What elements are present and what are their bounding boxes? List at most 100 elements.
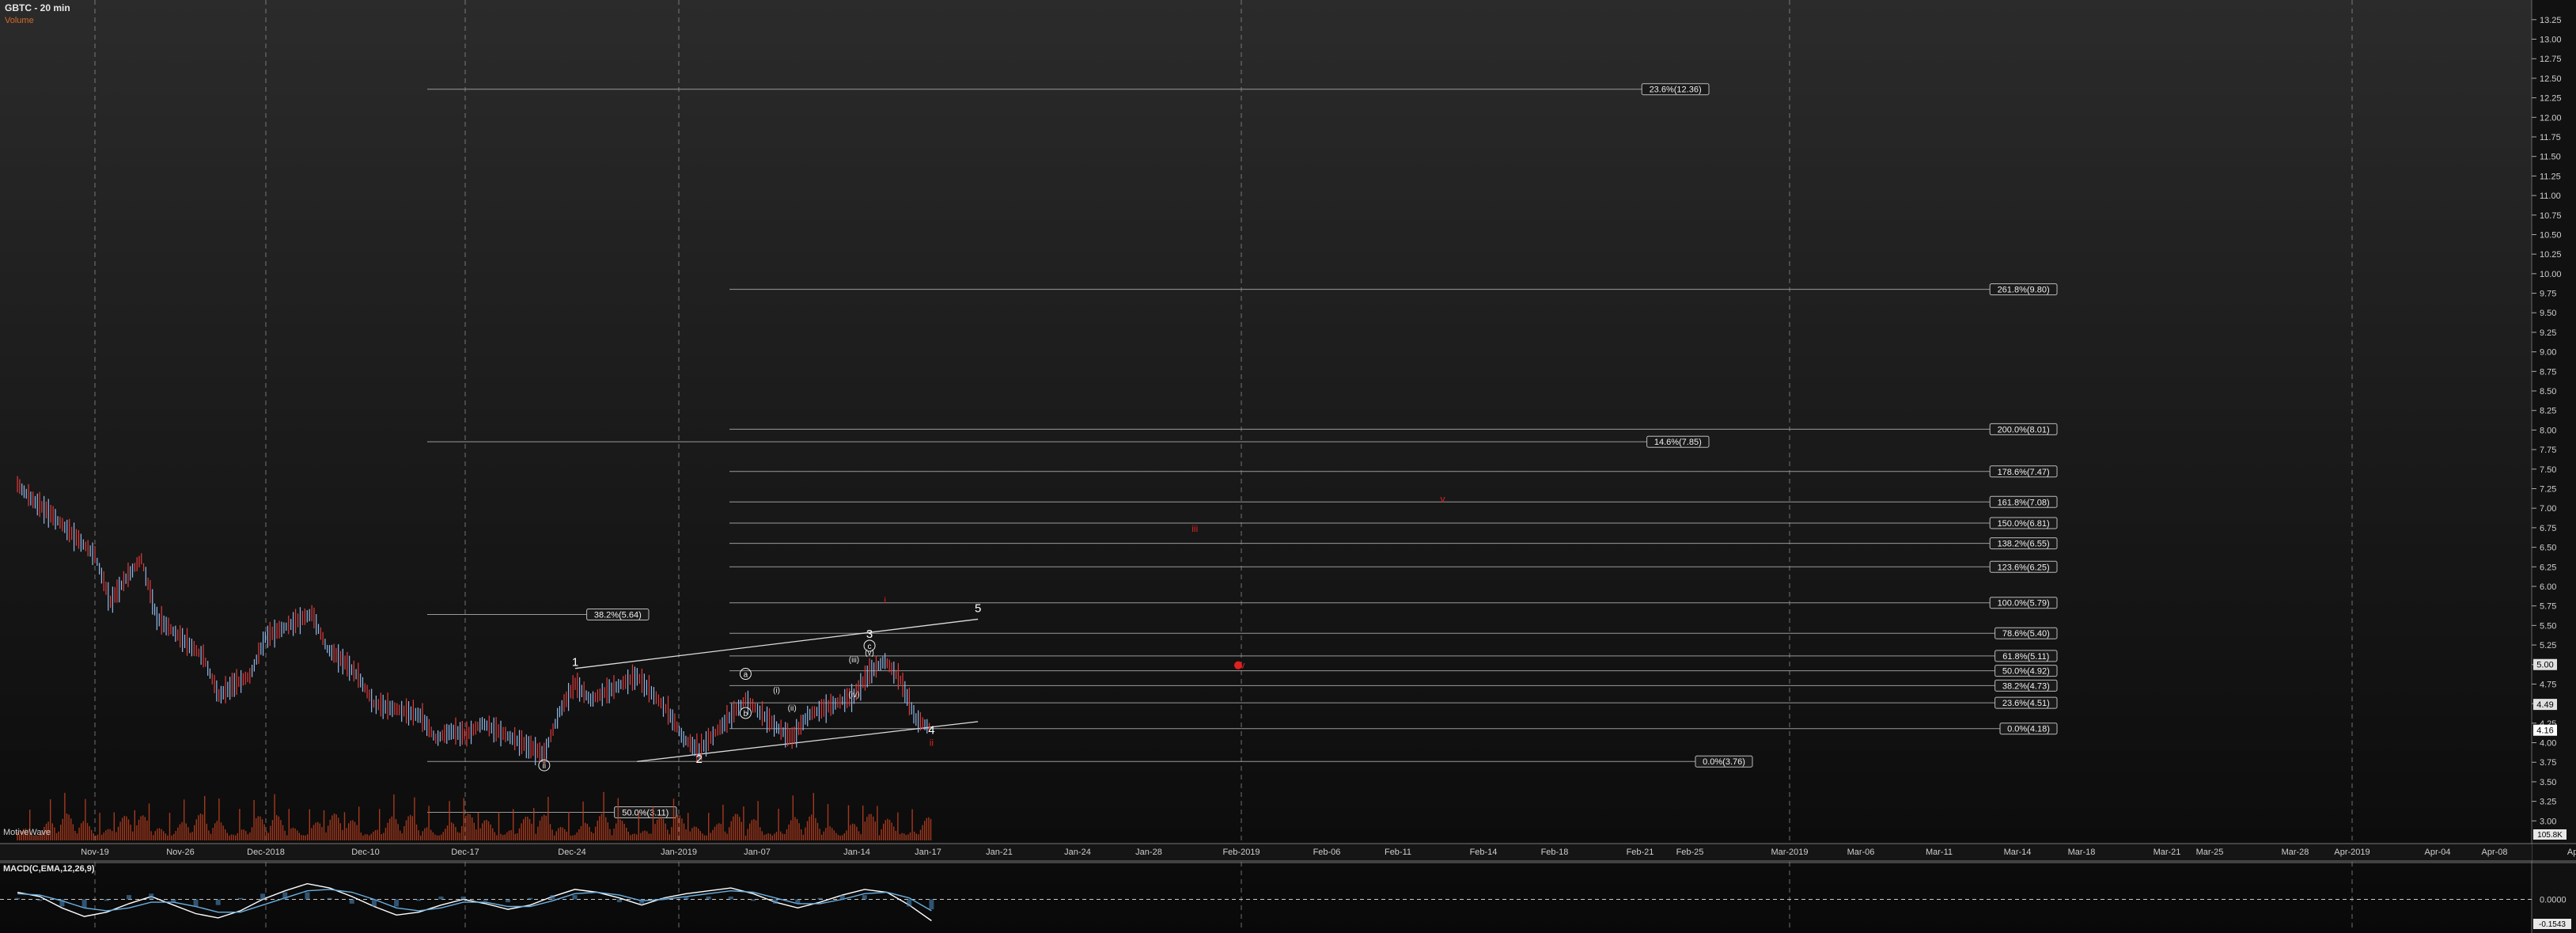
y-tick-label: 13.25 bbox=[2540, 16, 2562, 25]
y-tick-label: 3.00 bbox=[2540, 817, 2556, 826]
x-tick-label: Mar-06 bbox=[1847, 848, 1875, 857]
x-tick-label: Mar-11 bbox=[1926, 848, 1953, 857]
x-tick-label: Mar-21 bbox=[2154, 848, 2181, 857]
y-tick-label: 3.50 bbox=[2540, 778, 2556, 787]
x-tick-label: Nov-26 bbox=[166, 848, 194, 857]
wave-label-minor: (i) bbox=[773, 686, 780, 695]
x-tick-label: Feb-21 bbox=[1627, 848, 1654, 857]
price-badge-label: 4.49 bbox=[2536, 700, 2553, 710]
y-tick-label: 12.00 bbox=[2540, 113, 2562, 123]
y-tick-label: 5.50 bbox=[2540, 621, 2556, 631]
x-tick-label: Nov-19 bbox=[81, 848, 108, 857]
fib-label: 50.0%(3.11) bbox=[622, 808, 669, 817]
volume-badge-label: 105.8K bbox=[2537, 831, 2563, 840]
fib-label: 161.8%(7.08) bbox=[1998, 498, 2050, 507]
wave-label-red: ii bbox=[930, 737, 934, 748]
x-tick-label: Jan-2019 bbox=[661, 848, 697, 857]
wave-label-minor: (v) bbox=[865, 649, 874, 658]
y-tick-label: 3.25 bbox=[2540, 798, 2556, 807]
y-tick-label: 5.25 bbox=[2540, 641, 2556, 650]
wave-label-red: i bbox=[884, 595, 886, 606]
wave-label-minor: (ii) bbox=[788, 704, 797, 713]
channel-line-upper bbox=[574, 618, 979, 669]
price-chart: 13.2513.0012.7512.5012.2512.0011.7511.50… bbox=[0, 0, 2576, 933]
y-tick-label: 11.75 bbox=[2540, 133, 2561, 142]
x-tick-label: Jan-17 bbox=[915, 848, 941, 857]
fib-label: 38.2%(4.73) bbox=[2002, 681, 2050, 691]
wave-label-minor: (iv) bbox=[849, 691, 860, 700]
x-tick-label: Mar-18 bbox=[2068, 848, 2096, 857]
fib-label: 178.6%(7.47) bbox=[1998, 468, 2050, 477]
y-tick-label: 8.75 bbox=[2540, 367, 2556, 377]
x-tick-label: Dec-24 bbox=[558, 848, 585, 857]
y-tick-label: 7.50 bbox=[2540, 465, 2556, 475]
y-tick-label: 6.50 bbox=[2540, 544, 2556, 553]
fib-label: 261.8%(9.80) bbox=[1998, 286, 2050, 295]
wave-label-red: iii bbox=[1191, 523, 1198, 534]
x-tick-label: Apr-2019 bbox=[2334, 848, 2370, 857]
x-tick-label: Mar-2019 bbox=[1771, 848, 1808, 857]
fib-label: 0.0%(3.76) bbox=[1703, 757, 1745, 767]
y-tick-label: 11.00 bbox=[2540, 192, 2561, 201]
y-tick-label: 10.75 bbox=[2540, 211, 2562, 221]
wave-label: 2 bbox=[695, 753, 702, 766]
x-tick-label: Mar-25 bbox=[2196, 848, 2224, 857]
y-tick-label: 4.75 bbox=[2540, 680, 2556, 689]
y-tick-label: 6.25 bbox=[2540, 563, 2556, 572]
x-tick-label: Mar-14 bbox=[2004, 848, 2032, 857]
x-tick-label: Jan-24 bbox=[1064, 848, 1091, 857]
x-tick-label: Feb-14 bbox=[1470, 848, 1498, 857]
x-tick-label: Dec-2018 bbox=[247, 848, 285, 857]
chart-window: 13.25 13.00 12.75 12.50 12.25 12.00 11.75 11.50… bbox=[0, 0, 2576, 933]
price-badge-label: 5.00 bbox=[2536, 661, 2553, 670]
wave-label-minor: (iii) bbox=[849, 656, 859, 665]
fib-label: 100.0%(5.79) bbox=[1998, 599, 2050, 609]
y-tick-label: 9.00 bbox=[2540, 348, 2556, 358]
fib-label: 123.6%(6.25) bbox=[1998, 563, 2050, 572]
y-tick-label: 8.00 bbox=[2540, 426, 2556, 435]
price-series bbox=[17, 476, 930, 766]
wave-label-circled: ii bbox=[543, 762, 546, 771]
y-tick-label: 10.25 bbox=[2540, 250, 2562, 260]
price-badge-label: 4.16 bbox=[2536, 726, 2553, 736]
x-tick-label: Feb-06 bbox=[1313, 848, 1341, 857]
fib-label: 38.2%(5.64) bbox=[594, 611, 642, 620]
y-tick-label: 8.50 bbox=[2540, 387, 2556, 396]
wave-label: 3 bbox=[866, 628, 873, 641]
fib-label: 14.6%(7.85) bbox=[1654, 438, 1702, 447]
y-tick-label: 4.00 bbox=[2540, 739, 2556, 749]
y-tick-label: 9.50 bbox=[2540, 309, 2556, 318]
macd-series-signal bbox=[17, 889, 932, 913]
y-tick-label: 12.25 bbox=[2540, 94, 2562, 104]
x-tick-label: Jan-14 bbox=[843, 848, 870, 857]
fib-label: 150.0%(6.81) bbox=[1998, 519, 2050, 529]
volume-label: Volume bbox=[5, 16, 34, 25]
fib-label: 138.2%(6.55) bbox=[1998, 540, 2050, 549]
y-tick-label: 11.50 bbox=[2540, 153, 2561, 162]
wave-label: 4 bbox=[928, 724, 934, 738]
x-tick-label: Feb-25 bbox=[1676, 848, 1704, 857]
y-tick-label: 13.00 bbox=[2540, 36, 2562, 45]
brand-logo: MotiveWave bbox=[3, 828, 51, 837]
y-tick-label: 5.75 bbox=[2540, 602, 2556, 612]
y-tick-label: 3.75 bbox=[2540, 758, 2556, 768]
y-tick-label: 11.25 bbox=[2540, 172, 2561, 181]
wave-label: 1 bbox=[572, 656, 578, 669]
fib-label: 23.6%(4.51) bbox=[2002, 699, 2050, 708]
y-tick-label: 7.00 bbox=[2540, 504, 2556, 514]
fib-label: 200.0%(8.01) bbox=[1998, 425, 2050, 434]
target-marker bbox=[1234, 661, 1242, 669]
x-tick-label: Feb-18 bbox=[1541, 848, 1569, 857]
y-tick-label: 9.75 bbox=[2540, 290, 2556, 299]
x-tick-label: Jan-21 bbox=[986, 848, 1013, 857]
x-tick-label: Jan-07 bbox=[744, 848, 771, 857]
y-tick-label: 8.25 bbox=[2540, 407, 2556, 416]
macd-y-tick: 0.0000 bbox=[2540, 896, 2567, 905]
y-tick-label: 6.75 bbox=[2540, 524, 2556, 533]
date-axis[interactable] bbox=[0, 844, 2532, 861]
fib-label: 23.6%(12.36) bbox=[1650, 85, 1702, 95]
x-tick-label: Apr-08 bbox=[2481, 848, 2507, 857]
y-tick-label: 9.25 bbox=[2540, 328, 2556, 338]
wave-label: 5 bbox=[975, 602, 981, 616]
x-tick-label: Apr-04 bbox=[2424, 848, 2450, 857]
